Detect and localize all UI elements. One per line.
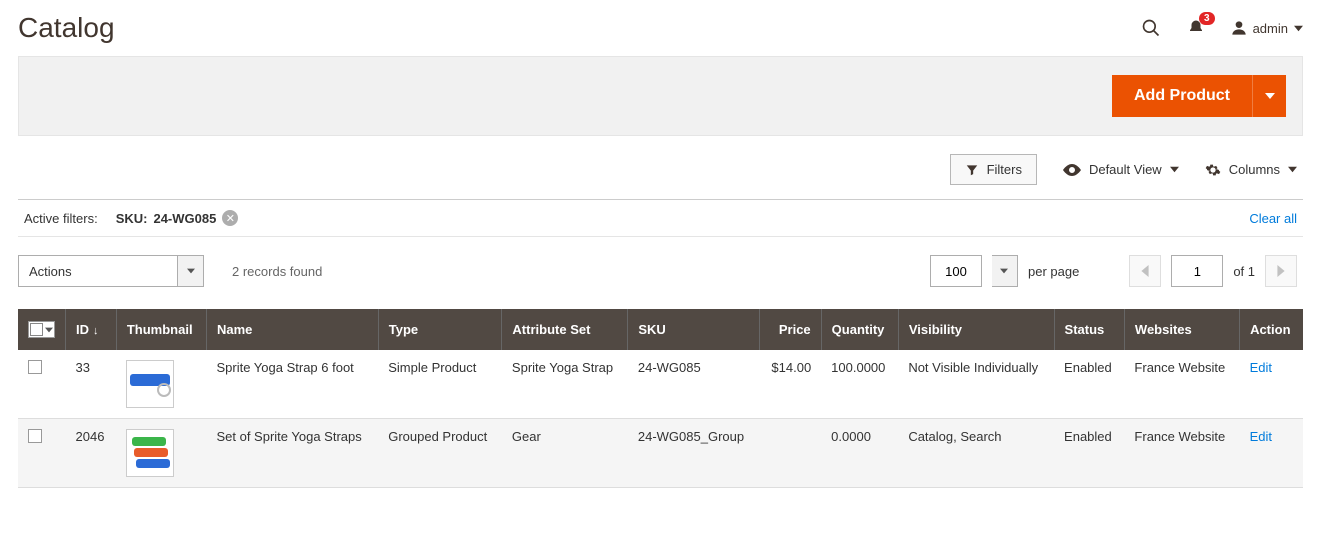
default-view-dropdown[interactable]: Default View bbox=[1063, 162, 1179, 177]
bulk-actions-select[interactable]: Actions bbox=[18, 255, 178, 287]
notifications-icon[interactable]: 3 bbox=[1187, 18, 1205, 38]
cell-sku: 24-WG085 bbox=[628, 350, 759, 419]
page-of-label: of 1 bbox=[1233, 264, 1255, 279]
columns-label: Columns bbox=[1229, 162, 1280, 177]
cell-type: Simple Product bbox=[378, 350, 502, 419]
per-page-label: per page bbox=[1028, 264, 1079, 279]
default-view-label: Default View bbox=[1089, 162, 1162, 177]
col-visibility[interactable]: Visibility bbox=[898, 309, 1054, 350]
current-page-input[interactable] bbox=[1171, 255, 1223, 287]
col-price[interactable]: Price bbox=[759, 309, 821, 350]
cell-id: 2046 bbox=[66, 419, 117, 488]
gear-icon bbox=[1205, 162, 1221, 178]
clear-all-filters[interactable]: Clear all bbox=[1249, 211, 1297, 226]
remove-filter-icon[interactable]: ✕ bbox=[222, 210, 238, 226]
cell-visibility: Not Visible Individually bbox=[898, 350, 1054, 419]
chevron-left-icon bbox=[1141, 265, 1149, 277]
records-found: 2 records found bbox=[232, 264, 322, 279]
bulk-actions-caret[interactable] bbox=[178, 255, 204, 287]
col-quantity[interactable]: Quantity bbox=[821, 309, 898, 350]
caret-down-icon bbox=[187, 267, 195, 275]
user-icon bbox=[1231, 19, 1247, 37]
cell-status: Enabled bbox=[1054, 350, 1124, 419]
active-filters-label: Active filters: bbox=[24, 211, 98, 226]
thumbnail-icon bbox=[126, 429, 174, 477]
table-row[interactable]: 33 Sprite Yoga Strap 6 foot Simple Produ… bbox=[18, 350, 1303, 419]
cell-id: 33 bbox=[66, 350, 117, 419]
search-icon[interactable] bbox=[1141, 18, 1161, 38]
filters-label: Filters bbox=[987, 162, 1022, 177]
caret-down-icon bbox=[1000, 267, 1008, 275]
sort-desc-icon: ↓ bbox=[93, 325, 99, 337]
admin-account-dropdown[interactable]: admin bbox=[1231, 19, 1303, 37]
filter-chip-key: SKU: bbox=[116, 211, 148, 226]
bulk-actions-label: Actions bbox=[29, 264, 72, 279]
caret-down-icon bbox=[1294, 24, 1303, 33]
caret-down-icon bbox=[45, 326, 53, 334]
cell-sku: 24-WG085_Group bbox=[628, 419, 759, 488]
cell-price: $14.00 bbox=[759, 350, 821, 419]
filter-chip-value: 24-WG085 bbox=[153, 211, 216, 226]
caret-down-icon bbox=[1265, 91, 1275, 101]
col-attribute-set[interactable]: Attribute Set bbox=[502, 309, 628, 350]
col-id[interactable]: ID↓ bbox=[66, 309, 117, 350]
row-checkbox[interactable] bbox=[28, 429, 42, 443]
page-actions-toolbar: Add Product bbox=[18, 56, 1303, 136]
col-thumbnail[interactable]: Thumbnail bbox=[116, 309, 206, 350]
thumbnail-icon bbox=[126, 360, 174, 408]
row-checkbox[interactable] bbox=[28, 360, 42, 374]
cell-type: Grouped Product bbox=[378, 419, 502, 488]
col-name[interactable]: Name bbox=[206, 309, 378, 350]
per-page-input[interactable] bbox=[930, 255, 982, 287]
eye-icon bbox=[1063, 163, 1081, 177]
select-all-checkbox[interactable] bbox=[28, 321, 55, 338]
cell-attribute-set: Sprite Yoga Strap bbox=[502, 350, 628, 419]
add-product-dropdown-toggle[interactable] bbox=[1252, 75, 1286, 117]
next-page-button[interactable] bbox=[1265, 255, 1297, 287]
table-row[interactable]: 2046 Set of Sprite Yoga Straps Grouped P… bbox=[18, 419, 1303, 488]
page-title: Catalog bbox=[18, 12, 115, 44]
chevron-right-icon bbox=[1277, 265, 1285, 277]
per-page-dropdown[interactable] bbox=[992, 255, 1018, 287]
cell-quantity: 0.0000 bbox=[821, 419, 898, 488]
col-action: Action bbox=[1240, 309, 1303, 350]
filter-chip-sku: SKU: 24-WG085 ✕ bbox=[116, 210, 239, 226]
add-product-label: Add Product bbox=[1134, 87, 1230, 105]
admin-label: admin bbox=[1253, 21, 1288, 36]
col-type[interactable]: Type bbox=[378, 309, 502, 350]
notification-badge: 3 bbox=[1199, 12, 1215, 25]
edit-link[interactable]: Edit bbox=[1250, 360, 1272, 375]
edit-link[interactable]: Edit bbox=[1250, 429, 1272, 444]
columns-dropdown[interactable]: Columns bbox=[1205, 162, 1297, 178]
funnel-icon bbox=[965, 163, 979, 177]
cell-status: Enabled bbox=[1054, 419, 1124, 488]
cell-price bbox=[759, 419, 821, 488]
cell-quantity: 100.0000 bbox=[821, 350, 898, 419]
add-product-button[interactable]: Add Product bbox=[1112, 75, 1252, 117]
prev-page-button[interactable] bbox=[1129, 255, 1161, 287]
cell-visibility: Catalog, Search bbox=[898, 419, 1054, 488]
cell-attribute-set: Gear bbox=[502, 419, 628, 488]
caret-down-icon bbox=[1288, 165, 1297, 174]
cell-websites: France Website bbox=[1124, 419, 1239, 488]
col-status[interactable]: Status bbox=[1054, 309, 1124, 350]
cell-websites: France Website bbox=[1124, 350, 1239, 419]
col-websites[interactable]: Websites bbox=[1124, 309, 1239, 350]
cell-name: Set of Sprite Yoga Straps bbox=[206, 419, 378, 488]
col-sku[interactable]: SKU bbox=[628, 309, 759, 350]
caret-down-icon bbox=[1170, 165, 1179, 174]
filters-button[interactable]: Filters bbox=[950, 154, 1037, 185]
cell-name: Sprite Yoga Strap 6 foot bbox=[206, 350, 378, 419]
products-grid: ID↓ Thumbnail Name Type Attribute Set SK… bbox=[18, 309, 1303, 488]
